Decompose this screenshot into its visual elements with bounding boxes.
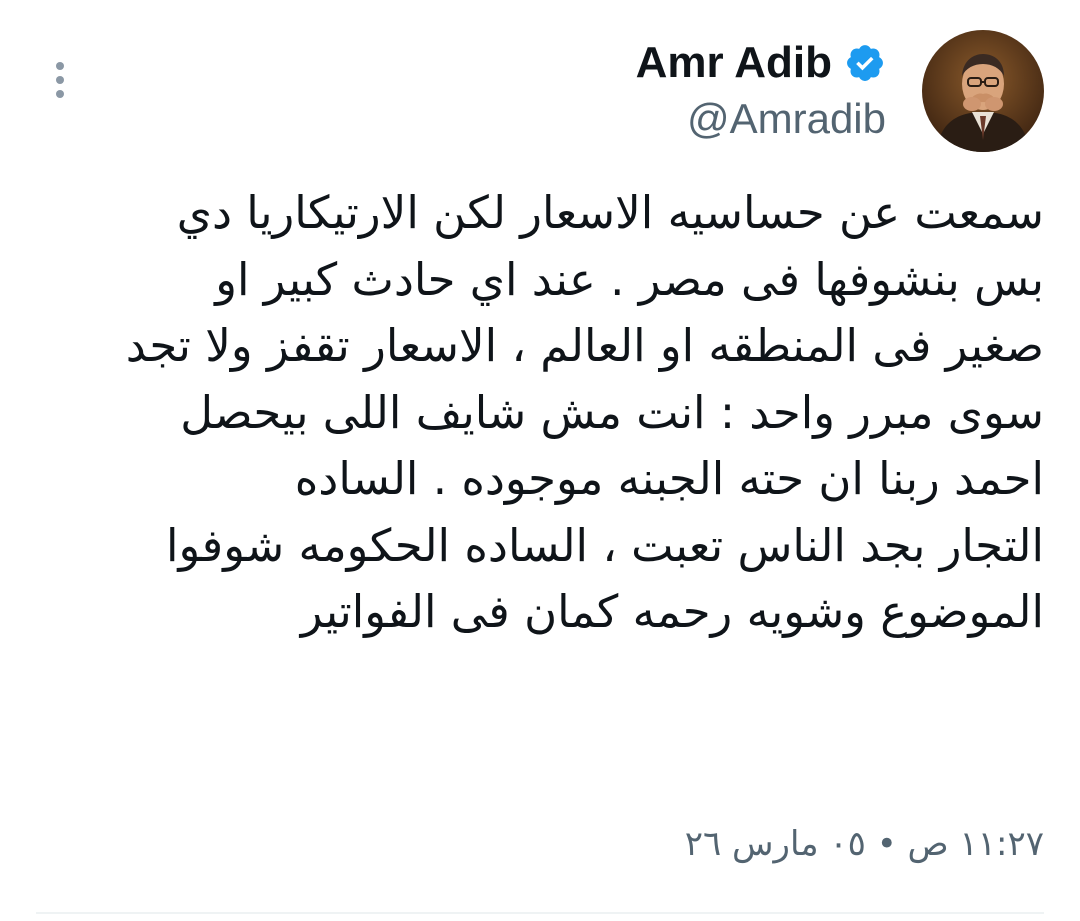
- display-name-row: Amr Adib: [636, 35, 886, 91]
- author-handle[interactable]: @Amradib: [687, 91, 886, 147]
- author-names: Amr Adib @Amradib: [636, 35, 886, 147]
- more-options-icon[interactable]: [44, 58, 76, 102]
- tweet-text-line: الموضوع وشويه رحمه كمان فى الفواتير: [300, 585, 1044, 638]
- tweet-text: سمعت عن حساسيه الاسعار لكن الارتيكاريا د…: [36, 180, 1044, 646]
- avatar[interactable]: [922, 30, 1044, 152]
- tweet-text-line: بس بنشوفها فى مصر . عند اي حادث كبير او: [215, 252, 1044, 306]
- tweet-text-line: احمد ربنا ان حته الجبنه موجوده . الساده: [294, 452, 1044, 505]
- author-display-name[interactable]: Amr Adib: [636, 35, 832, 91]
- more-dot: [56, 62, 64, 70]
- tweet-text-line: صغير فى المنطقه او العالم ، الاسعار تقفز…: [125, 319, 1044, 372]
- divider: [36, 912, 1044, 914]
- tweet-text-line: التجار بجد الناس تعبت ، الساده الحكومه ش…: [165, 518, 1044, 572]
- verified-badge-icon: [847, 45, 883, 81]
- profile-photo-icon: [922, 30, 1044, 152]
- tweet-text-line: سمعت عن حساسيه الاسعار لكن الارتيكاريا د…: [176, 186, 1044, 239]
- tweet-header: Amr Adib @Amradib: [636, 30, 1044, 152]
- tweet-text-line: سوى مبرر واحد : انت مش شايف اللى بيحصل: [180, 385, 1044, 439]
- more-dot: [56, 90, 64, 98]
- more-dot: [56, 76, 64, 84]
- tweet-timestamp[interactable]: ١١:٢٧ ص • ٠٥ مارس ٢٦: [685, 818, 1044, 870]
